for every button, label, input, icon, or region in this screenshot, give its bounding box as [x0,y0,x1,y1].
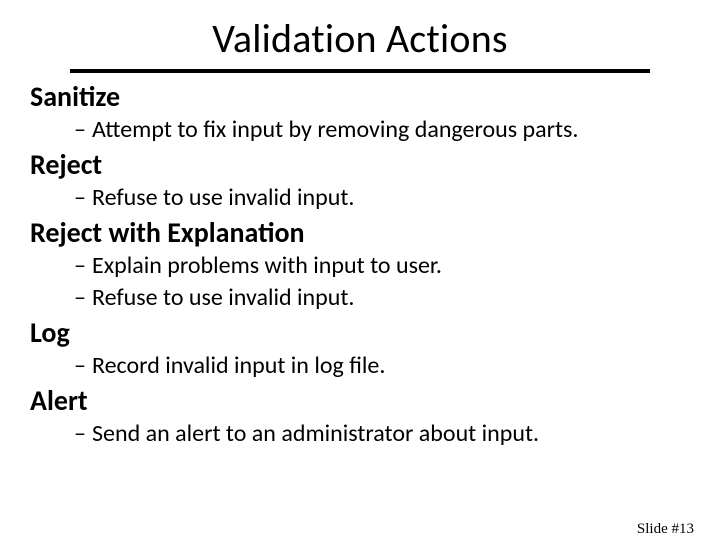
section-heading: Reject with Explanation [30,215,692,250]
bullet-item: –Refuse to use invalid input. [74,182,692,213]
bullet-text: Refuse to use invalid input. [92,283,354,312]
title-underline [70,69,650,73]
content-area: Sanitize –Attempt to fix input by removi… [0,79,720,449]
section-heading: Log [30,315,692,350]
dash-icon: – [74,282,92,313]
bullet-text: Explain problems with input to user. [92,251,442,280]
dash-icon: – [74,418,92,449]
bullet-list: –Record invalid input in log file. [30,350,692,381]
section-heading: Sanitize [30,79,692,114]
dash-icon: – [74,350,92,381]
section-heading: Reject [30,147,692,182]
bullet-item: –Explain problems with input to user. [74,250,692,281]
section-reject-explanation: Reject with Explanation –Explain problem… [30,215,692,312]
slide-number: Slide #13 [637,521,694,538]
section-reject: Reject –Refuse to use invalid input. [30,147,692,213]
dash-icon: – [74,114,92,145]
bullet-item: –Send an alert to an administrator about… [74,418,692,449]
section-sanitize: Sanitize –Attempt to fix input by removi… [30,79,692,145]
bullet-list: –Explain problems with input to user. –R… [30,250,692,312]
dash-icon: – [74,182,92,213]
slide-title: Validation Actions [0,14,720,63]
dash-icon: – [74,250,92,281]
bullet-list: –Refuse to use invalid input. [30,182,692,213]
bullet-list: –Attempt to fix input by removing danger… [30,114,692,145]
bullet-list: –Send an alert to an administrator about… [30,418,692,449]
slide: Validation Actions Sanitize –Attempt to … [0,14,720,554]
section-alert: Alert –Send an alert to an administrator… [30,383,692,449]
bullet-text: Attempt to fix input by removing dangero… [92,115,578,144]
bullet-text: Send an alert to an administrator about … [92,419,539,448]
bullet-item: –Attempt to fix input by removing danger… [74,114,692,145]
bullet-item: –Record invalid input in log file. [74,350,692,381]
section-heading: Alert [30,383,692,418]
bullet-text: Refuse to use invalid input. [92,183,354,212]
bullet-text: Record invalid input in log file. [92,351,385,380]
bullet-item: –Refuse to use invalid input. [74,282,692,313]
section-log: Log –Record invalid input in log file. [30,315,692,381]
